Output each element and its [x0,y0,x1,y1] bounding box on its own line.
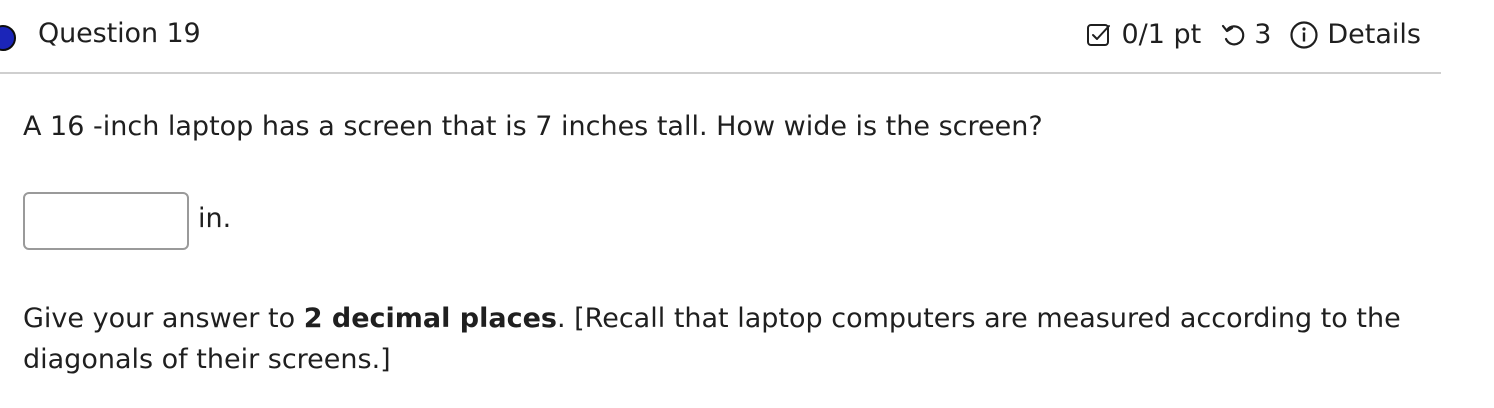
details-label: Details [1327,19,1421,50]
points-value: 0/1 pt [1121,19,1202,50]
answer-input[interactable] [23,192,189,250]
unit-label: in. [198,203,232,234]
question-meta: 0/1 pt 3 Details [1084,16,1421,54]
undo-retry-icon [1219,20,1249,50]
instructions-prefix: Give your answer to [23,303,304,334]
question-text: A 16 -inch laptop has a screen that is 7… [23,111,1043,142]
instructions-emphasis: 2 decimal places [303,303,557,334]
question-status-dot [0,25,16,51]
info-circle-icon [1289,20,1319,50]
attempts-remaining: 3 [1254,19,1272,50]
question-title: Question 19 [38,18,201,49]
details-button[interactable]: Details [1289,17,1421,53]
checkbox-edit-icon [1084,20,1114,50]
question-header: Question 19 0/1 pt 3 Details [0,0,1441,74]
answer-instructions: Give your answer to 2 decimal places. [R… [23,298,1453,380]
